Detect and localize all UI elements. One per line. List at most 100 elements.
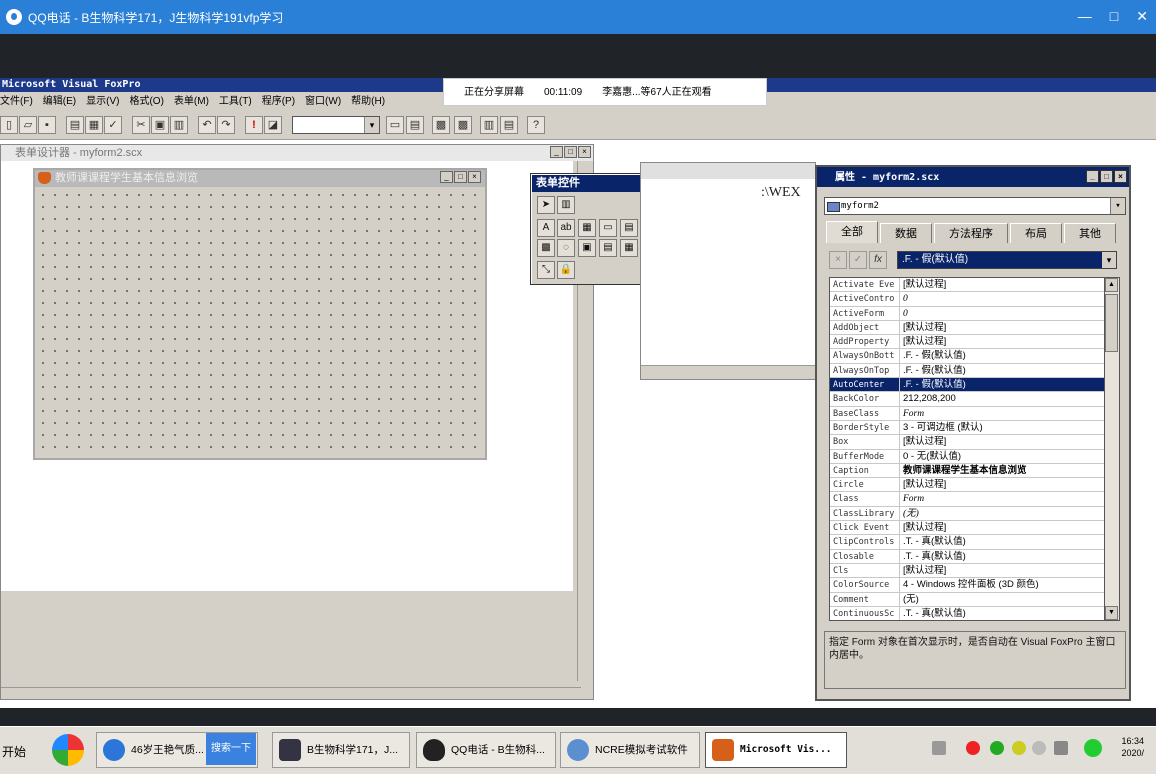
menu-form[interactable]: 表单(M) (174, 92, 209, 112)
button-lock-icon[interactable]: 🔒 (557, 261, 575, 279)
editbox-tool-icon[interactable]: ▦ (578, 219, 596, 237)
minimize-icon[interactable]: _ (550, 146, 563, 158)
close-icon[interactable]: ✕ (1136, 8, 1148, 25)
menu-file[interactable]: 文件(F) (0, 92, 33, 112)
menu-help[interactable]: 帮助(H) (351, 92, 385, 112)
autoform-icon[interactable]: ▥ (480, 116, 498, 134)
close-icon[interactable]: × (578, 146, 591, 158)
function-icon[interactable]: fx (869, 251, 887, 269)
taskbar-item-active[interactable]: Microsoft Vis... (705, 732, 847, 768)
open-folder-icon[interactable]: ▱ (19, 116, 37, 134)
minimize-icon[interactable]: _ (440, 171, 453, 183)
property-row[interactable]: Box [默认过程] (830, 435, 1104, 450)
minimize-icon[interactable]: — (1078, 8, 1092, 25)
command-window-icon[interactable]: ▭ (386, 116, 404, 134)
autoreport-icon[interactable]: ▤ (500, 116, 518, 134)
menu-tools[interactable]: 工具(T) (219, 92, 252, 112)
property-row[interactable]: ActiveForm 0 (830, 306, 1104, 321)
wechat-icon[interactable] (1084, 739, 1102, 757)
security-icon[interactable] (990, 741, 1004, 755)
builder-lock-icon[interactable]: ⤡ (537, 261, 555, 279)
property-row[interactable]: AddProperty [默认过程] (830, 335, 1104, 350)
app-orb-icon[interactable] (52, 734, 84, 766)
property-row[interactable]: ColorSource 4 - Windows 控件面板 (3D 颜色) (830, 578, 1104, 593)
spellcheck-icon[interactable]: ✓ (104, 116, 122, 134)
antivirus-icon[interactable] (966, 741, 980, 755)
image-tool-icon[interactable]: ▩ (537, 239, 555, 257)
taskbar-item[interactable]: QQ电话 - B生物科... (416, 732, 556, 768)
undo-icon[interactable]: ↶ (198, 116, 216, 134)
property-row[interactable]: AlwaysOnBott .F. - 假(默认值) (830, 349, 1104, 364)
cut-icon[interactable]: ✂ (132, 116, 150, 134)
property-row[interactable]: Comment (无) (830, 592, 1104, 607)
report-wizard-icon[interactable]: ▩ (454, 116, 472, 134)
taskbar-item[interactable]: NCRE模拟考试软件 (560, 732, 700, 768)
tab-all[interactable]: 全部 (826, 221, 878, 243)
oleconteiner-tool-icon[interactable]: ▤ (599, 239, 617, 257)
textbox-tool-icon[interactable]: ab (557, 219, 575, 237)
property-row[interactable]: Closable .T. - 真(默认值) (830, 549, 1104, 564)
run-icon[interactable]: ! (245, 116, 263, 134)
object-selector[interactable]: myform2 (824, 197, 1126, 215)
taskbar-item[interactable]: B生物科学171，J... (272, 732, 410, 768)
property-row[interactable]: BorderStyle 3 - 可调边框 (默认) (830, 420, 1104, 436)
property-row[interactable]: AlwaysOnTop .F. - 假(默认值) (830, 363, 1104, 379)
tab-layout[interactable]: 布局 (1010, 223, 1062, 243)
property-row[interactable]: Caption 教师课课程学生基本信息浏览 (830, 463, 1104, 479)
search-button[interactable]: 搜索一下 (206, 733, 256, 765)
maximize-icon[interactable]: □ (454, 171, 467, 183)
print-preview-icon[interactable]: ▦ (85, 116, 103, 134)
property-row[interactable]: ClipControls .T. - 真(默认值) (830, 535, 1104, 550)
paste-icon[interactable]: ▥ (170, 116, 188, 134)
save-icon[interactable]: ▪ (38, 116, 56, 134)
data-session-icon[interactable]: ▤ (406, 116, 424, 134)
property-row[interactable]: Cls [默认过程] (830, 563, 1104, 579)
tab-methods[interactable]: 方法程序 (934, 223, 1008, 243)
maximize-icon[interactable]: □ (564, 146, 577, 158)
scroll-thumb[interactable] (1105, 294, 1118, 352)
scroll-up-icon[interactable]: ▲ (1105, 278, 1118, 292)
property-row[interactable]: Class Form (830, 492, 1104, 507)
command-window-hscroll[interactable] (641, 365, 815, 379)
accept-icon[interactable]: ✓ (849, 251, 867, 269)
property-row[interactable]: ContinuousSc .T. - 真(默认值) (830, 606, 1104, 620)
form-wizard-icon[interactable]: ▩ (432, 116, 450, 134)
menu-window[interactable]: 窗口(W) (305, 92, 341, 112)
menu-program[interactable]: 程序(P) (262, 92, 295, 112)
pointer-icon[interactable]: ➤ (537, 196, 555, 214)
property-row[interactable]: Circle [默认过程] (830, 478, 1104, 493)
property-row[interactable]: Click Event [默认过程] (830, 521, 1104, 536)
maximize-icon[interactable]: □ (1100, 170, 1113, 183)
form-myform2[interactable]: 教师课课程学生基本信息浏览 _ □ × (33, 168, 487, 460)
property-list-scrollbar[interactable]: ▲ ▼ (1105, 277, 1120, 621)
database-combo[interactable] (292, 116, 380, 134)
menu-view[interactable]: 显示(V) (86, 92, 119, 112)
property-row[interactable]: Activate Eve [默认过程] (830, 278, 1104, 293)
redo-icon[interactable]: ↷ (217, 116, 235, 134)
start-button[interactable]: 开始 (0, 734, 38, 770)
print-icon[interactable]: ▤ (66, 116, 84, 134)
property-row[interactable]: ClassLibrary (无) (830, 506, 1104, 522)
timer-tool-icon[interactable]: ◌ (557, 239, 575, 257)
tab-other[interactable]: 其他 (1064, 223, 1116, 243)
property-row[interactable]: BackColor 212,208,200 (830, 392, 1104, 407)
commandgroup-tool-icon[interactable]: ▤ (620, 219, 638, 237)
olebound-tool-icon[interactable]: ▦ (620, 239, 638, 257)
close-icon[interactable]: × (1114, 170, 1127, 183)
commandbutton-tool-icon[interactable]: ▭ (599, 219, 617, 237)
copy-icon[interactable]: ▣ (151, 116, 169, 134)
help-icon[interactable]: ? (527, 116, 545, 134)
tab-data[interactable]: 数据 (880, 223, 932, 243)
maximize-icon[interactable]: □ (1110, 8, 1118, 25)
menu-edit[interactable]: 编辑(E) (43, 92, 76, 112)
minimize-icon[interactable]: _ (1086, 170, 1099, 183)
cancel-icon[interactable]: × (829, 251, 847, 269)
new-file-icon[interactable]: ▯ (0, 116, 18, 134)
form-designer-hscroll[interactable] (1, 687, 581, 699)
menu-format[interactable]: 格式(O) (129, 92, 163, 112)
clock[interactable]: 16:34 2020/ (1121, 735, 1144, 759)
volume-icon[interactable] (1032, 741, 1046, 755)
property-row[interactable]: BufferMode 0 - 无(默认值) (830, 449, 1104, 464)
property-row[interactable]: BaseClass Form (830, 406, 1104, 421)
property-value-editor[interactable]: .F. - 假(默认值) (897, 251, 1117, 269)
